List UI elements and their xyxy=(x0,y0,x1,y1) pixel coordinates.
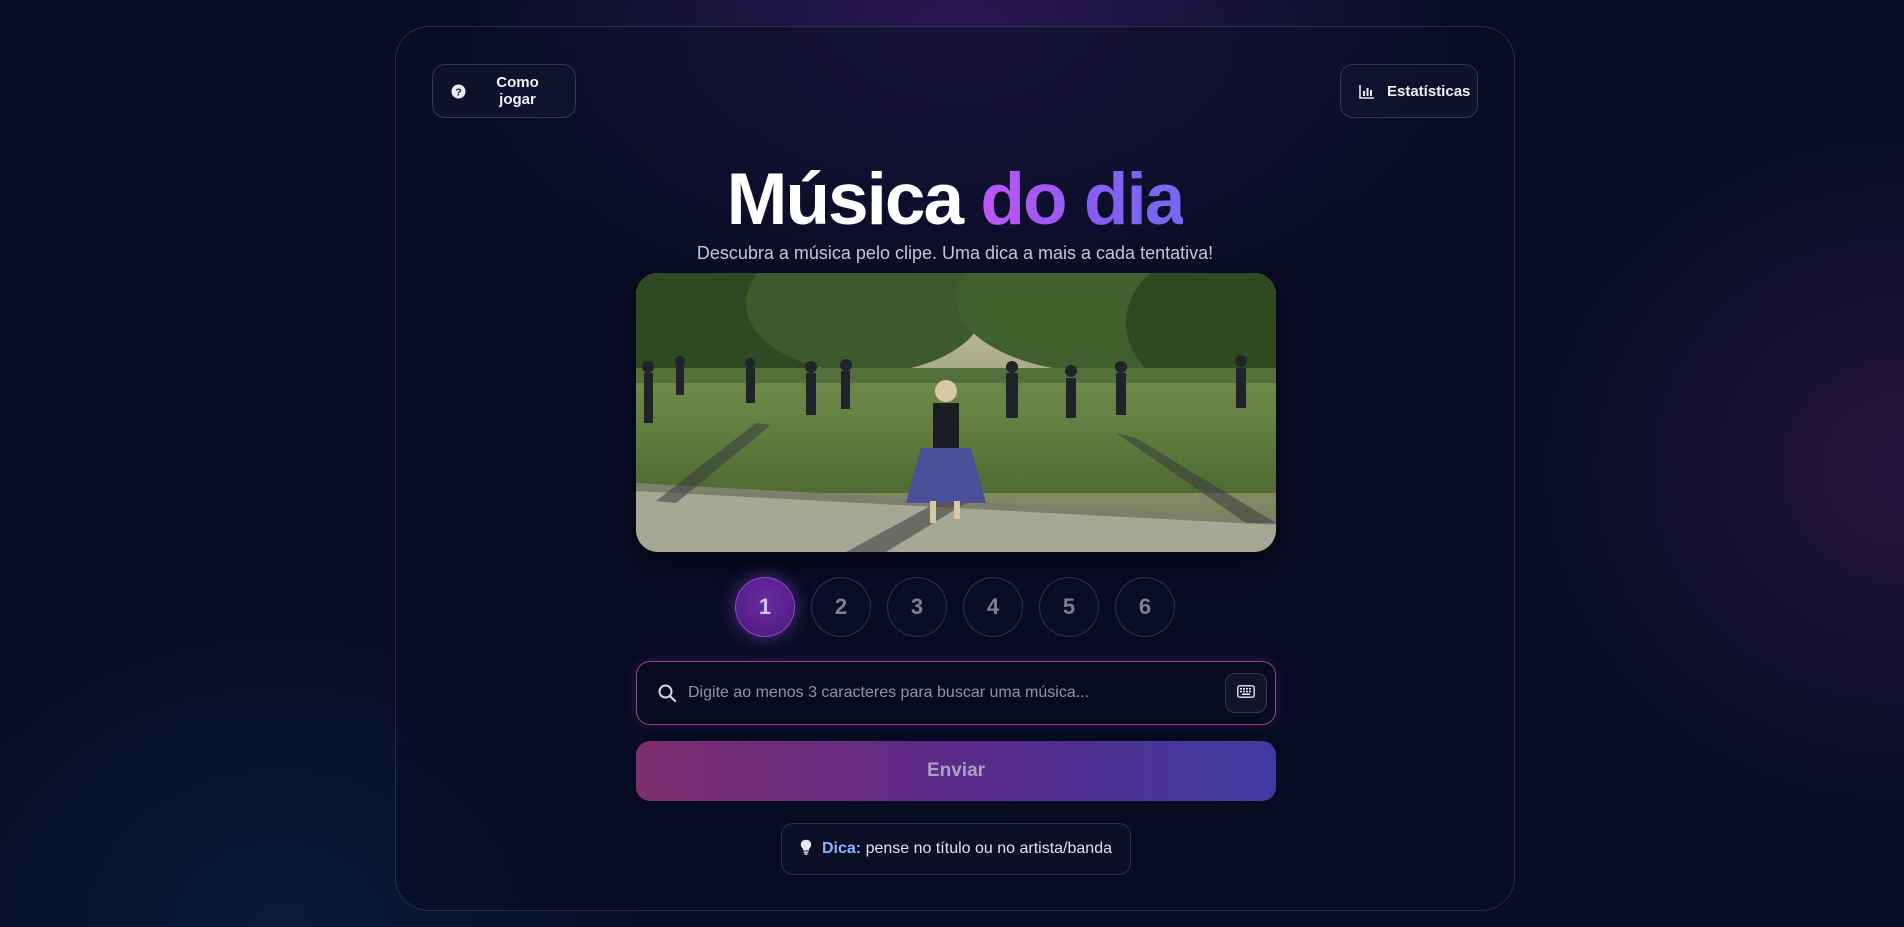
attempt-5: 5 xyxy=(1039,577,1099,637)
attempt-1: 1 xyxy=(735,577,795,637)
title-part-2: do dia xyxy=(980,159,1185,240)
attempt-2: 2 xyxy=(811,577,871,637)
video-frame-illustration xyxy=(636,273,1276,552)
lightbulb-icon xyxy=(800,839,812,860)
submit-button[interactable]: Enviar xyxy=(636,741,1276,801)
keyboard-button[interactable] xyxy=(1225,673,1267,713)
song-search-input[interactable] xyxy=(688,662,1225,724)
page-subtitle: Descubra a música pelo clipe. Uma dica a… xyxy=(696,243,1214,263)
hint-text: pense no título ou no artista/banda xyxy=(865,840,1112,857)
hint-label: Dica: xyxy=(822,840,862,857)
page-title: Música do dia xyxy=(396,155,1514,245)
game-card: ? Como jogar Estatísticas Música do dia … xyxy=(395,26,1515,911)
attempt-6: 6 xyxy=(1115,577,1175,637)
statistics-label: Estatísticas xyxy=(1387,82,1471,100)
attempt-3: 3 xyxy=(887,577,947,637)
search-icon xyxy=(656,682,678,704)
title-part-1: Música xyxy=(726,159,964,240)
how-to-play-button[interactable]: ? Como jogar xyxy=(432,64,576,118)
hint-box: Dica: pense no título ou no artista/band… xyxy=(781,823,1131,875)
music-video-clip[interactable] xyxy=(636,273,1276,552)
attempt-4: 4 xyxy=(963,577,1023,637)
how-to-play-label: Como jogar xyxy=(496,74,539,108)
question-circle-icon: ? xyxy=(451,83,466,99)
attempt-indicators: 1 2 3 4 5 6 xyxy=(396,577,1514,637)
bar-chart-icon xyxy=(1359,84,1375,99)
svg-text:?: ? xyxy=(455,87,461,98)
statistics-button[interactable]: Estatísticas xyxy=(1340,64,1478,118)
song-search-box xyxy=(636,661,1276,725)
keyboard-icon xyxy=(1237,685,1255,701)
